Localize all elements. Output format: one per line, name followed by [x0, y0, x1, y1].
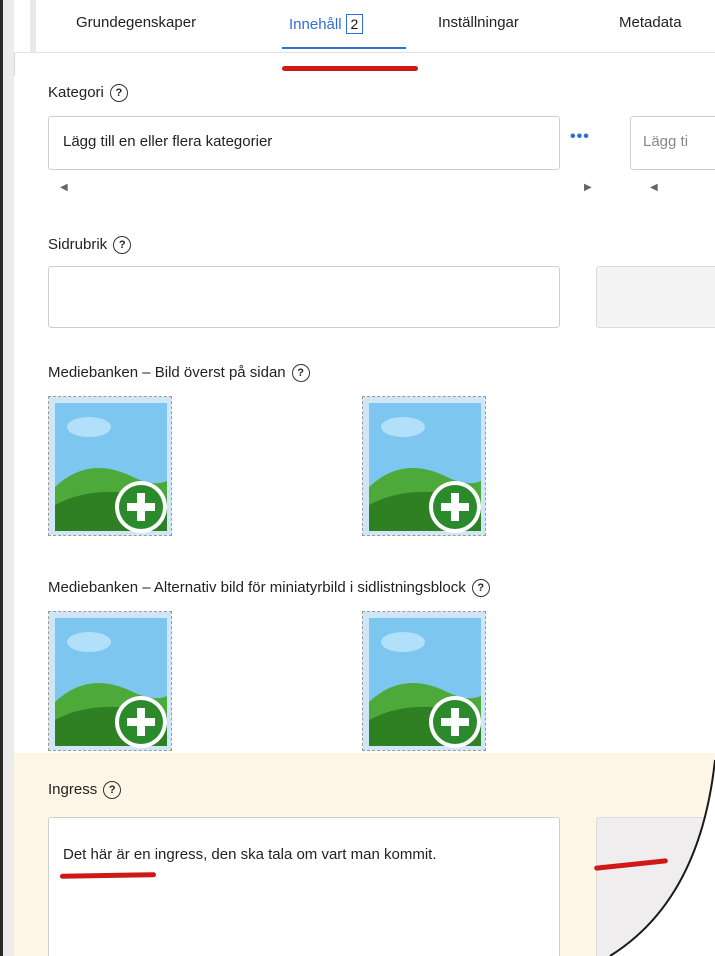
mediebanken-alt-section: Mediebanken – Alternativ bild för miniat…	[14, 543, 715, 754]
sidrubrik-label-text: Sidrubrik	[48, 236, 108, 253]
scroll-left-icon[interactable]: ◀	[60, 182, 68, 193]
tab-installningar[interactable]: Inställningar	[438, 14, 519, 31]
active-tab-indicator	[282, 47, 406, 49]
tab-badge: 2	[345, 14, 364, 34]
scroll-right-icon[interactable]: ▶	[584, 182, 592, 193]
add-image-button-alt-secondary[interactable]	[362, 611, 486, 751]
mediebanken-top-section: Mediebanken – Bild överst på sidan?	[14, 338, 715, 544]
kategori-section: Kategori? Lägg till en eller flera kateg…	[14, 76, 715, 203]
help-icon[interactable]: ?	[471, 579, 490, 597]
sidrubrik-label: Sidrubrik?	[48, 236, 132, 254]
sidrubrik-input[interactable]	[48, 266, 560, 328]
ingress-textarea[interactable]: Det här är en ingress, den ska tala om v…	[48, 817, 560, 956]
add-image-icon	[363, 612, 485, 750]
help-icon[interactable]: ?	[109, 84, 128, 102]
annotation-underline-tab	[282, 66, 418, 71]
left-edge	[0, 0, 15, 956]
ingress-section: Ingress? Det här är en ingress, den ska …	[14, 753, 715, 956]
ingress-label: Ingress?	[48, 781, 122, 799]
mediebanken-alt-label: Mediebanken – Alternativ bild för miniat…	[48, 579, 490, 597]
add-image-button-secondary[interactable]	[362, 396, 486, 536]
tab-innehall-label: Innehåll	[289, 16, 342, 33]
scroll-left-icon-secondary[interactable]: ◀	[650, 182, 658, 193]
kategori-label: Kategori?	[48, 84, 128, 102]
sidrubrik-input-secondary[interactable]	[596, 266, 715, 328]
help-icon[interactable]: ?	[103, 781, 122, 799]
ingress-label-text: Ingress	[48, 781, 98, 798]
add-image-button[interactable]	[48, 396, 172, 536]
help-icon[interactable]: ?	[291, 364, 310, 382]
ingress-textarea-secondary[interactable]	[596, 817, 715, 956]
add-image-icon	[49, 397, 171, 535]
sidrubrik-section: Sidrubrik?	[14, 202, 715, 339]
kategori-input-secondary[interactable]: Lägg ti	[630, 116, 715, 170]
help-icon[interactable]: ?	[113, 236, 132, 254]
tab-innehall[interactable]: Innehåll 2	[289, 14, 364, 34]
more-dots-icon[interactable]: •••	[570, 128, 590, 146]
tab-metadata[interactable]: Metadata	[619, 14, 682, 31]
mediebanken-top-label-text: Mediebanken – Bild överst på sidan	[48, 364, 286, 381]
add-image-icon	[363, 397, 485, 535]
tab-bar-gutter	[30, 0, 36, 52]
kategori-input[interactable]: Lägg till en eller flera kategorier	[48, 116, 560, 170]
add-image-button-alt[interactable]	[48, 611, 172, 751]
edge-border	[0, 0, 3, 956]
add-image-icon	[49, 612, 171, 750]
editor-frame: Grundegenskaper Innehåll 2 Inställningar …	[0, 0, 715, 956]
tab-grundegenskaper[interactable]: Grundegenskaper	[76, 14, 196, 31]
kategori-label-text: Kategori	[48, 84, 104, 101]
mediebanken-top-label: Mediebanken – Bild överst på sidan?	[48, 364, 310, 382]
tab-bar: Grundegenskaper Innehåll 2 Inställningar …	[14, 0, 715, 53]
mediebanken-alt-label-text: Mediebanken – Alternativ bild för miniat…	[48, 579, 466, 596]
